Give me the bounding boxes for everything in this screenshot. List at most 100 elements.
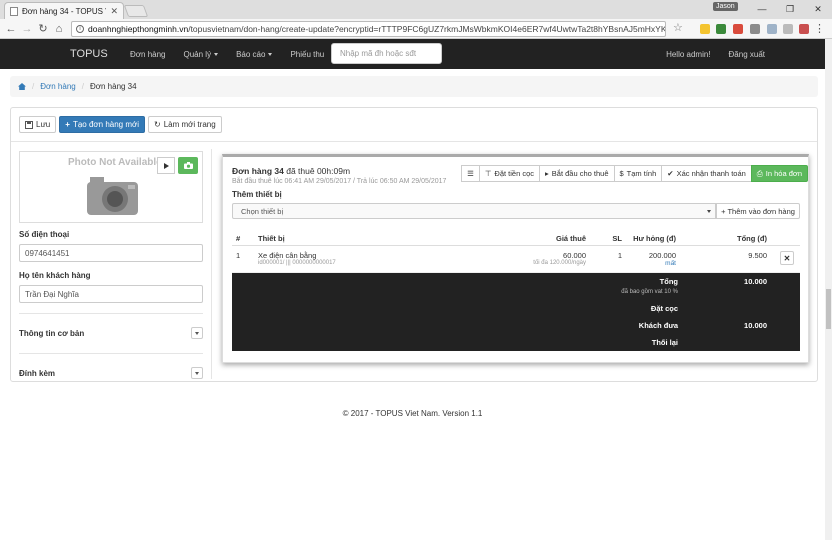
order-summary: Tổng 10.000 đã bao gồm vat 10 % Đặt cọc … <box>232 273 800 351</box>
breadcrumb-orders[interactable]: Đơn hàng <box>40 82 76 91</box>
order-search-input[interactable] <box>331 43 442 64</box>
new-order-button[interactable]: + Tạo đơn hàng mới <box>59 116 146 133</box>
dollar-icon: $ <box>619 169 624 178</box>
col-qty: SL <box>612 234 622 243</box>
main-panel: Lưu + Tạo đơn hàng mới ↻ Làm mới trang P… <box>10 107 818 382</box>
nav-reports[interactable]: Báo cáo <box>236 49 273 59</box>
order-actions: ☰ ⊤ Đặt tiền cọc ▸ Bắt đầu cho thuê $ Tạm t… <box>461 165 808 182</box>
chevron-down-icon[interactable] <box>191 367 203 379</box>
forward-icon[interactable]: → <box>19 23 35 35</box>
summary-change-label: Thối lại <box>651 338 678 347</box>
confirm-payment-button[interactable]: ✔ Xác nhận thanh toán <box>661 165 752 182</box>
refresh-button[interactable]: ↻ Làm mới trang <box>148 116 222 133</box>
reload-icon[interactable]: ↻ <box>35 22 51 35</box>
pin-icon: ⊤ <box>484 169 492 178</box>
col-price: Giá thuê <box>555 234 586 243</box>
save-button-label: Lưu <box>36 120 51 129</box>
scrollbar-thumb[interactable] <box>826 289 831 329</box>
home-icon[interactable]: ⌂ <box>51 23 67 35</box>
breadcrumb-current: Đơn hàng 34 <box>89 82 137 91</box>
breadcrumb: / Đơn hàng / Đơn hàng 34 <box>10 76 818 97</box>
row-damage-note[interactable]: mất <box>649 260 676 267</box>
nav-reports-label: Báo cáo <box>236 49 266 59</box>
save-button[interactable]: Lưu <box>19 116 57 133</box>
summary-deposit-label: Đặt cọc <box>650 304 678 313</box>
logout-link[interactable]: Đăng xuất <box>729 50 765 59</box>
play-icon <box>163 162 169 169</box>
customer-photo: Photo Not Available <box>19 151 203 223</box>
new-tab-button[interactable] <box>123 5 149 17</box>
basic-info-section[interactable]: Thông tin cơ bản <box>19 313 203 353</box>
start-rental-button-label: Bắt đầu cho thuê <box>551 169 609 178</box>
browser-tab-title: Đơn hàng 34 - TOPUS Vi <box>22 6 107 16</box>
extension-icon[interactable] <box>733 24 743 34</box>
deposit-button-label: Đặt tiền cọc <box>494 169 535 178</box>
row-qty: 1 <box>617 251 622 260</box>
greeting-link[interactable]: Hello admin! <box>666 50 710 59</box>
order-menu-button[interactable]: ☰ <box>461 165 480 182</box>
estimate-button-label: Tạm tính <box>626 169 657 178</box>
caret-down-icon <box>214 52 219 56</box>
customer-column: Photo Not Available Số điện thoại 097464… <box>19 151 204 393</box>
save-icon <box>25 120 33 129</box>
page-footer: © 2017 - TOPUS Viet Nam. Version 1.1 <box>342 409 483 418</box>
extension-icon[interactable] <box>700 24 710 34</box>
col-total: Tổng (đ) <box>737 234 767 243</box>
print-invoice-button-label: In hóa đơn <box>765 169 802 178</box>
add-to-order-label: Thêm vào đơn hàng <box>727 206 795 216</box>
estimate-button[interactable]: $ Tạm tính <box>613 165 663 182</box>
basic-info-title: Thông tin cơ bản <box>19 329 85 338</box>
play-button[interactable] <box>157 157 175 174</box>
order-items-table: # Thiết bị Giá thuê SL Hư hỏng (đ) Tổng … <box>232 229 800 351</box>
extension-icon[interactable] <box>750 24 760 34</box>
new-order-button-label: Tạo đơn hàng mới <box>72 120 140 129</box>
summary-vat-note: đã bao gồm vat 10 % <box>621 289 678 295</box>
profile-chip[interactable]: Jason <box>713 2 738 11</box>
row-index: 1 <box>236 251 241 260</box>
minimize-icon[interactable]: — <box>748 0 776 18</box>
summary-total-value: 10.000 <box>744 277 767 286</box>
back-icon[interactable]: ← <box>3 23 19 35</box>
col-index: # <box>236 234 241 243</box>
order-times: Bắt đầu thuê lúc 06:41 AM 29/05/2017 / T… <box>232 178 447 185</box>
brand-logo[interactable]: TOPUS <box>70 48 130 60</box>
info-icon[interactable]: i <box>76 25 84 33</box>
confirm-payment-button-label: Xác nhận thanh toán <box>676 169 746 178</box>
close-window-icon[interactable]: ✕ <box>804 0 832 18</box>
chevron-down-icon[interactable] <box>191 327 203 339</box>
row-device-codes: id000001/ ||| 0000000000017 <box>258 260 336 266</box>
extension-icon[interactable] <box>783 24 793 34</box>
start-rental-button[interactable]: ▸ Bắt đầu cho thuê <box>539 165 615 182</box>
row-device-name: Xe điện cân bằng <box>258 251 317 260</box>
home-icon[interactable] <box>18 83 26 90</box>
col-device: Thiết bị <box>258 234 285 243</box>
print-invoice-button[interactable]: ⎙ In hóa đơn <box>750 165 808 182</box>
nav-receipts[interactable]: Phiếu thu <box>290 50 324 59</box>
table-header: # Thiết bị Giá thuê SL Hư hỏng (đ) Tổng … <box>232 229 800 246</box>
nav-manage-label: Quản lý <box>183 49 212 59</box>
maximize-icon[interactable]: ❐ <box>776 0 804 18</box>
nav-orders[interactable]: Đơn hàng <box>130 50 166 59</box>
deposit-button[interactable]: ⊤ Đặt tiền cọc <box>478 165 541 182</box>
summary-total-label: Tổng <box>659 277 678 286</box>
extension-icon[interactable] <box>716 24 726 34</box>
extension-icon[interactable] <box>799 24 809 34</box>
close-tab-icon[interactable]: ✕ <box>110 6 118 17</box>
extension-icon[interactable] <box>767 24 777 34</box>
col-damage: Hư hỏng (đ) <box>633 234 676 243</box>
camera-button[interactable] <box>178 157 198 174</box>
name-input[interactable]: Trần Đại Nghĩa <box>19 285 203 303</box>
nav-manage[interactable]: Quản lý <box>184 50 219 59</box>
page-scrollbar[interactable] <box>825 39 832 540</box>
order-duration: đã thuê 00h:09m <box>286 166 351 176</box>
phone-input[interactable]: 0974641451 <box>19 244 203 262</box>
app-navbar: TOPUS Đơn hàng Quản lý Báo cáo Phiếu thu… <box>0 39 825 69</box>
device-select[interactable]: Chọn thiết bị <box>232 203 716 219</box>
remove-item-button[interactable]: ✕ <box>780 251 794 265</box>
attachments-section[interactable]: Đính kèm <box>19 353 203 393</box>
bookmark-star-icon[interactable]: ☆ <box>673 21 683 34</box>
add-to-order-button[interactable]: + Thêm vào đơn hàng <box>716 203 800 219</box>
address-bar[interactable]: i doanhnghiepthongminh.vn/topusvietnam/d… <box>71 21 666 37</box>
browser-tab[interactable]: Đơn hàng 34 - TOPUS Vi ✕ <box>4 2 124 19</box>
browser-menu-icon[interactable]: ⋮ <box>814 22 825 35</box>
